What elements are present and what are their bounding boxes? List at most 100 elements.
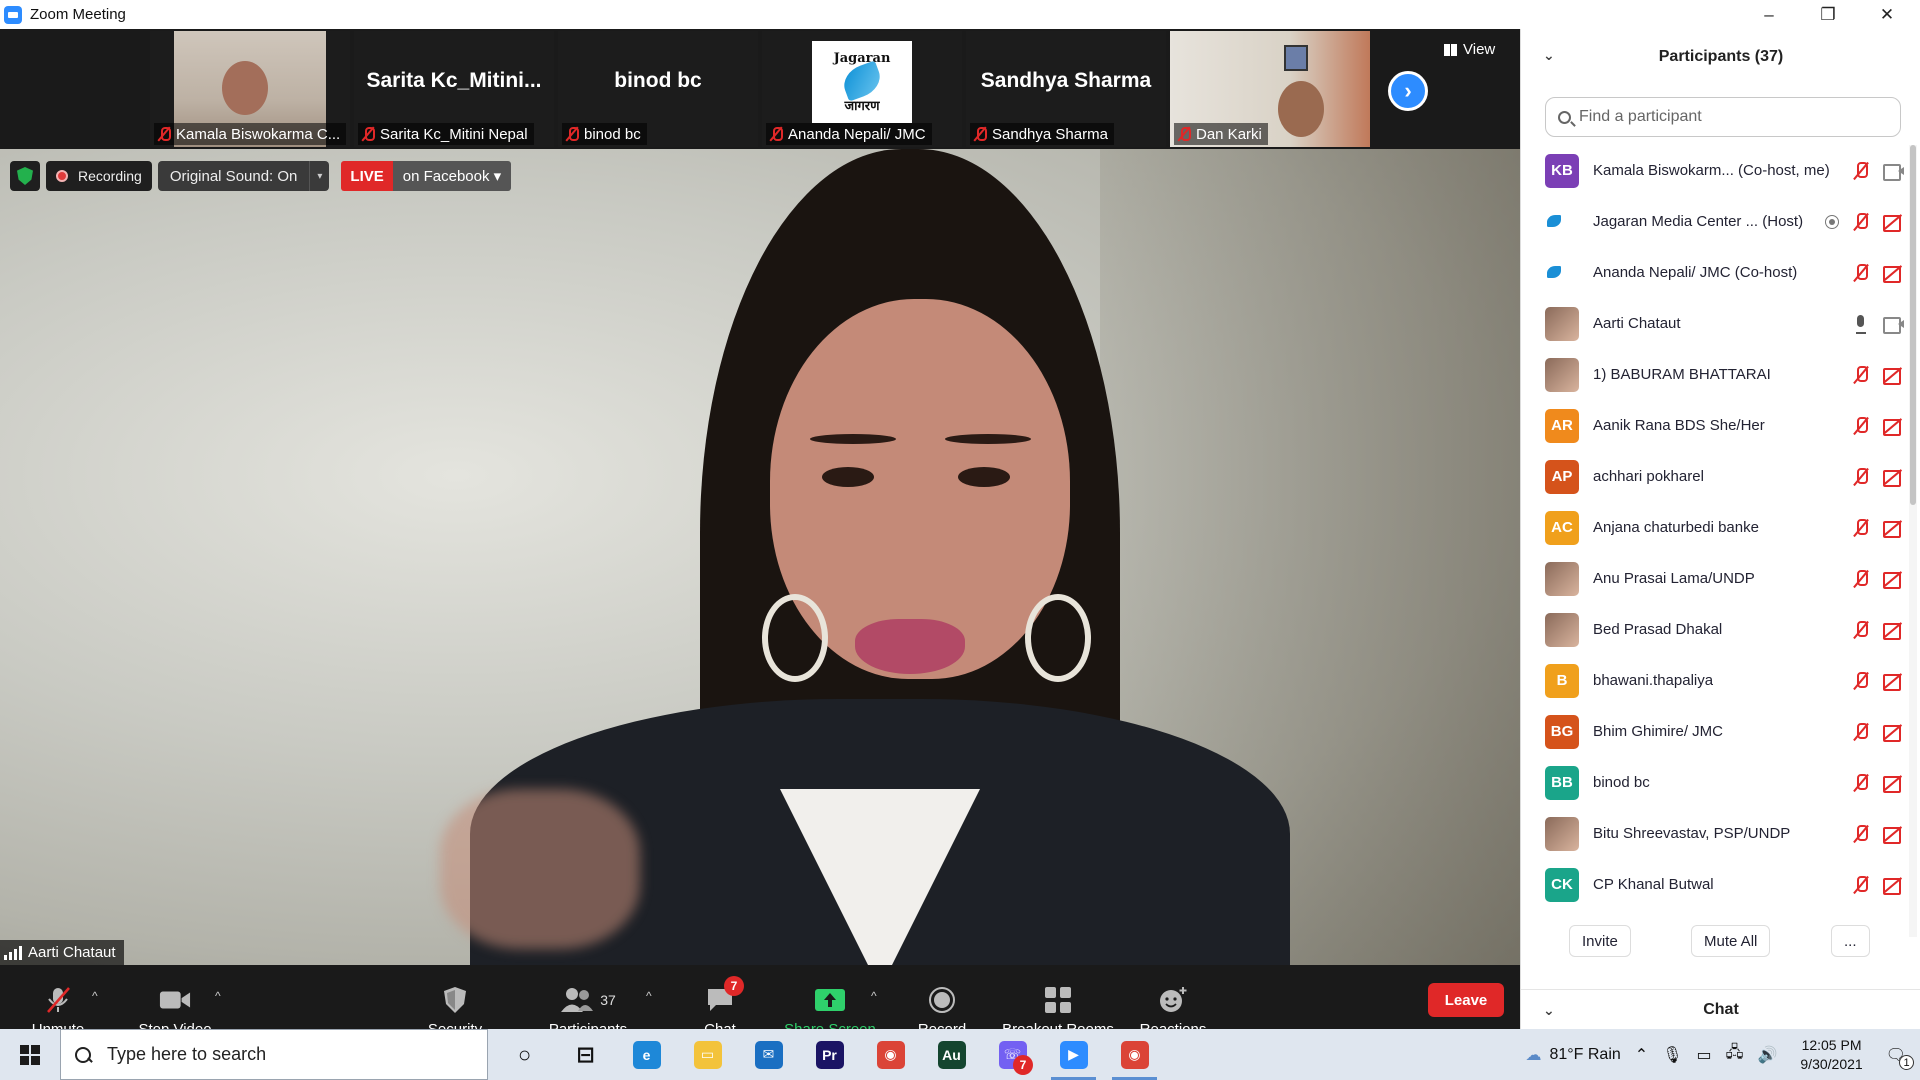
mic-muted-icon[interactable] <box>1853 722 1869 742</box>
participant-row[interactable]: CK CP Khanal Butwal <box>1521 859 1905 910</box>
participants-caret-icon[interactable]: ^ <box>646 989 652 1003</box>
mic-muted-icon[interactable] <box>1853 569 1869 589</box>
taskbar-mail-icon[interactable]: ✉ <box>738 1029 799 1080</box>
video-tile-kamala[interactable]: Kamala Biswokarma C... <box>150 31 350 147</box>
share-options-caret-icon[interactable]: ^ <box>871 989 877 1003</box>
video-off-icon[interactable] <box>1883 724 1905 742</box>
video-off-icon[interactable] <box>1883 367 1905 385</box>
video-off-icon[interactable] <box>1883 418 1905 436</box>
minimize-button[interactable]: – <box>1740 0 1798 29</box>
mic-muted-icon[interactable] <box>1853 161 1869 181</box>
mic-muted-icon[interactable] <box>1853 467 1869 487</box>
taskbar-premiere-icon[interactable]: Pr <box>799 1029 860 1080</box>
battery-icon[interactable]: ▭ <box>1690 1029 1719 1080</box>
video-tile-ananda[interactable]: Jagaran जागरण Ananda Nepali/ JMC <box>762 31 962 147</box>
taskbar-task-view-icon[interactable]: ○ <box>494 1029 555 1080</box>
start-button[interactable] <box>0 1029 60 1080</box>
video-tile-dan[interactable]: Dan Karki <box>1170 31 1370 147</box>
mic-muted-icon[interactable] <box>1853 518 1869 538</box>
mic-muted-icon[interactable] <box>1853 620 1869 640</box>
taskbar-file-explorer-icon[interactable]: ▭ <box>677 1029 738 1080</box>
mic-muted-icon[interactable] <box>1853 365 1869 385</box>
clock[interactable]: 12:05 PM 9/30/2021 <box>1784 1029 1878 1080</box>
video-camera-icon[interactable] <box>1883 163 1905 181</box>
mic-muted-icon[interactable] <box>1853 824 1869 844</box>
live-stream-badge[interactable]: LIVE on Facebook ▾ <box>341 161 512 191</box>
encryption-shield-icon[interactable] <box>10 161 40 191</box>
video-off-icon[interactable] <box>1883 775 1905 793</box>
audio-options-caret-icon[interactable]: ^ <box>92 989 98 1003</box>
taskbar-viber-icon[interactable]: ☏ 7 <box>982 1029 1043 1080</box>
participant-row[interactable]: BB binod bc <box>1521 757 1905 808</box>
participant-row[interactable]: AR Aanik Rana BDS She/Her <box>1521 400 1905 451</box>
participant-row[interactable]: Bitu Shreevastav, PSP/UNDP <box>1521 808 1905 859</box>
taskbar-edge-icon[interactable]: e <box>616 1029 677 1080</box>
participant-row[interactable]: KB Kamala Biswokarm... (Co-host, me) <box>1521 145 1905 196</box>
video-off-icon[interactable] <box>1883 877 1905 895</box>
taskbar-audition-icon[interactable]: Au <box>921 1029 982 1080</box>
more-options-button[interactable]: ... <box>1831 925 1870 957</box>
participant-row[interactable]: AC Anjana chaturbedi banke <box>1521 502 1905 553</box>
participant-row[interactable]: BG Bhim Ghimire/ JMC <box>1521 706 1905 757</box>
participant-list-scrollbar[interactable] <box>1909 145 1917 937</box>
video-off-icon[interactable] <box>1883 520 1905 538</box>
video-off-icon[interactable] <box>1883 469 1905 487</box>
participant-row[interactable]: Aarti Chataut <box>1521 298 1905 349</box>
video-tile-sandhya[interactable]: Sandhya Sharma Sandhya Sharma <box>966 31 1166 147</box>
taskbar-timeline-icon[interactable]: ⊟ <box>555 1029 616 1080</box>
participant-search-input[interactable] <box>1579 108 1879 126</box>
video-off-icon[interactable] <box>1883 214 1905 232</box>
taskbar-search-input[interactable] <box>107 1044 467 1065</box>
video-off-icon[interactable] <box>1883 826 1905 844</box>
taskbar-chrome-icon[interactable]: ◉ <box>860 1029 921 1080</box>
view-button[interactable]: View <box>1444 41 1495 58</box>
active-speaker-video[interactable] <box>0 149 1520 965</box>
original-sound-dropdown-icon[interactable]: ▾ <box>309 161 330 191</box>
chat-section-header[interactable]: ⌄ Chat <box>1521 989 1920 1029</box>
video-off-icon[interactable] <box>1883 571 1905 589</box>
network-icon[interactable]: 🖧 <box>1719 1029 1751 1080</box>
video-off-icon[interactable] <box>1883 673 1905 691</box>
mic-icon[interactable] <box>1853 314 1869 334</box>
next-page-arrow-icon[interactable]: › <box>1388 71 1428 111</box>
video-off-icon[interactable] <box>1883 622 1905 640</box>
participant-name: Ananda Nepali/ JMC (Co-host) <box>1593 264 1798 281</box>
weather-widget[interactable]: ☁ 81°F Rain <box>1518 1029 1627 1080</box>
collapse-chevron-icon[interactable]: ⌄ <box>1543 47 1555 64</box>
collapse-chevron-icon[interactable]: ⌄ <box>1543 1002 1555 1019</box>
taskbar-zoom-icon[interactable]: ▶ <box>1043 1029 1104 1080</box>
close-button[interactable]: ✕ <box>1858 0 1916 29</box>
participant-row[interactable]: 1) BABURAM BHATTARAI <box>1521 349 1905 400</box>
participant-row[interactable]: Ananda Nepali/ JMC (Co-host) <box>1521 247 1905 298</box>
original-sound-toggle[interactable]: Original Sound: On <box>157 161 310 191</box>
mic-muted-icon[interactable] <box>1853 212 1869 232</box>
participant-row[interactable]: Bbhawani.thapaliya <box>1521 655 1905 706</box>
show-hidden-icons-chevron-icon[interactable]: ⌃ <box>1628 1029 1655 1080</box>
invite-button[interactable]: Invite <box>1569 925 1631 957</box>
participant-row[interactable]: Bed Prasad Dhakal <box>1521 604 1905 655</box>
volume-icon[interactable]: 🔊 <box>1750 1029 1784 1080</box>
participant-row[interactable]: AP achhari pokharel <box>1521 451 1905 502</box>
mic-muted-icon[interactable] <box>1853 671 1869 691</box>
restore-button[interactable]: ❐ <box>1799 0 1857 29</box>
microphone-tray-icon[interactable]: 🎙 <box>1655 1029 1689 1080</box>
taskbar-chrome-2-icon[interactable]: ◉ <box>1104 1029 1165 1080</box>
notification-center-icon[interactable]: 🗨 1 <box>1879 1029 1920 1080</box>
leave-button[interactable]: Leave <box>1428 983 1504 1017</box>
participant-search[interactable] <box>1545 97 1901 137</box>
video-off-icon[interactable] <box>1883 265 1905 283</box>
video-options-caret-icon[interactable]: ^ <box>215 989 221 1003</box>
mic-muted-icon[interactable] <box>1853 416 1869 436</box>
mic-muted-icon[interactable] <box>1853 263 1869 283</box>
video-camera-icon[interactable] <box>1883 316 1905 334</box>
mute-all-button[interactable]: Mute All <box>1691 925 1771 957</box>
video-tile-sarita[interactable]: Sarita Kc_Mitini... Sarita Kc_Mitini Nep… <box>354 31 554 147</box>
scrollbar-thumb[interactable] <box>1910 145 1916 505</box>
mic-muted-icon[interactable] <box>1853 875 1869 895</box>
recording-indicator[interactable]: Recording <box>46 161 152 191</box>
mic-muted-icon[interactable] <box>1853 773 1869 793</box>
participant-row[interactable]: Anu Prasai Lama/UNDP <box>1521 553 1905 604</box>
video-tile-binod[interactable]: binod bc binod bc <box>558 31 758 147</box>
participant-row[interactable]: Jagaran Media Center ... (Host) <box>1521 196 1905 247</box>
taskbar-search[interactable] <box>60 1029 488 1080</box>
